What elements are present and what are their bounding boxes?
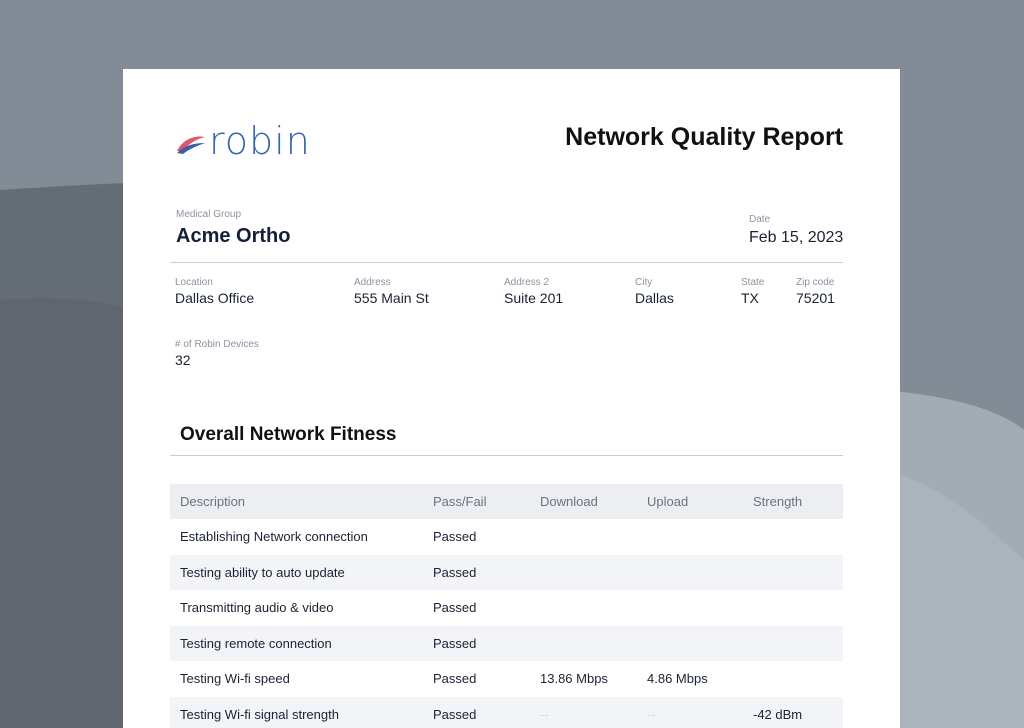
col-description: Description [170, 484, 423, 519]
cell-upload [637, 590, 743, 626]
cell-pass-fail: Passed [423, 696, 530, 728]
cell-download [530, 625, 637, 661]
cell-download [530, 519, 637, 555]
cell-pass-fail: Passed [433, 600, 477, 616]
cell-pass-fail: Passed [433, 671, 477, 687]
cell-pass-fail: Passed [433, 529, 477, 545]
location-label: Location [175, 277, 213, 288]
table-row: Testing Wi-fi signal strength Passed -- … [170, 696, 843, 728]
address-label: Address [354, 277, 391, 288]
medical-group-value: Acme Ortho [176, 225, 291, 247]
devices-label: # of Robin Devices [175, 339, 259, 350]
fitness-table: Description Pass/Fail Download Upload St… [170, 484, 843, 728]
state-label: State [741, 277, 765, 288]
address2-value: Suite 201 [504, 290, 564, 306]
cell-description: Testing remote connection [170, 625, 423, 661]
zip-value: 75201 [796, 290, 835, 306]
cell-download [530, 554, 637, 590]
cell-upload: -- [637, 696, 743, 728]
address-value: 555 Main St [354, 290, 429, 306]
cell-description: Establishing Network connection [180, 529, 368, 545]
location-value: Dallas Office [175, 290, 255, 306]
section-title: Overall Network Fitness [180, 424, 397, 445]
brand-name: robin [209, 119, 311, 163]
col-upload: Upload [637, 484, 743, 519]
devices-value: 32 [175, 352, 191, 368]
cell-description: Testing ability to auto update [170, 554, 423, 590]
cell-download: -- [530, 696, 637, 728]
cell-strength [743, 590, 843, 626]
report-title: Network Quality Report [565, 123, 843, 151]
cell-strength [743, 625, 843, 661]
zip-label: Zip code [796, 277, 835, 288]
section-divider [170, 455, 843, 456]
cell-strength: -42 dBm [743, 696, 843, 728]
table-row: Testing remote connection Passed [170, 625, 843, 661]
brand-logo: robin [175, 121, 311, 161]
robin-swoosh-icon [177, 136, 205, 154]
cell-upload [637, 519, 743, 555]
table-header-row: Description Pass/Fail Download Upload St… [170, 484, 843, 519]
cell-strength [743, 519, 843, 555]
col-pass-fail: Pass/Fail [423, 484, 530, 519]
state-value: TX [741, 290, 759, 306]
cell-strength [743, 661, 843, 697]
medical-group-label: Medical Group [176, 209, 242, 220]
address2-label: Address 2 [504, 277, 550, 288]
table-row: Establishing Network connection Passed [170, 519, 843, 555]
header-divider [170, 262, 843, 263]
table-row: Testing Wi-fi speed Passed 13.86 Mbps 4.… [170, 661, 843, 697]
col-download: Download [530, 484, 637, 519]
cell-description: Testing Wi-fi speed [180, 671, 290, 687]
report-page: robin Network Quality Report Medical Gro… [123, 69, 900, 728]
city-label: City [635, 277, 653, 288]
cell-upload [637, 554, 743, 590]
cell-strength [743, 554, 843, 590]
cell-pass-fail: Passed [423, 625, 530, 661]
col-strength: Strength [743, 484, 843, 519]
cell-upload: 4.86 Mbps [647, 671, 708, 687]
cell-download [530, 590, 637, 626]
table-row: Transmitting audio & video Passed [170, 590, 843, 626]
cell-pass-fail: Passed [423, 554, 530, 590]
cell-description: Transmitting audio & video [180, 600, 334, 616]
cell-upload [637, 625, 743, 661]
date-value: Feb 15, 2023 [749, 229, 844, 246]
cell-download: 13.86 Mbps [540, 671, 608, 687]
table-row: Testing ability to auto update Passed [170, 554, 843, 590]
date-label: Date [749, 214, 771, 225]
city-value: Dallas [635, 290, 674, 306]
cell-description: Testing Wi-fi signal strength [170, 696, 423, 728]
